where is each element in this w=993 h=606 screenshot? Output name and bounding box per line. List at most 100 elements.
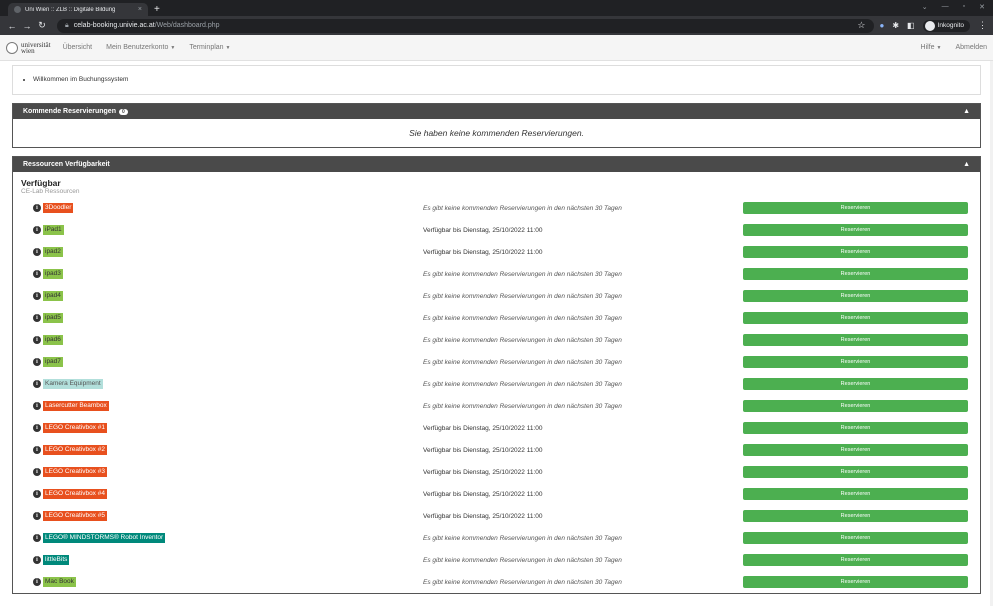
info-icon[interactable]: i	[33, 424, 41, 432]
resource-availability-title: Ressourcen Verfügbarkeit	[23, 161, 110, 168]
reserve-button[interactable]: Reservieren	[743, 268, 968, 280]
nav-terminplan[interactable]: Terminplan ▼	[189, 44, 230, 51]
reserve-button[interactable]: Reservieren	[743, 576, 968, 588]
chevron-down-icon[interactable]: ⌄	[922, 3, 928, 11]
resource-row: i 3Doodler Es gibt keine kommenden Reservi…	[21, 197, 972, 219]
info-icon[interactable]: i	[33, 336, 41, 344]
nav-uebersicht[interactable]: Übersicht	[63, 44, 93, 51]
reserve-button[interactable]: Reservieren	[743, 466, 968, 478]
resource-name[interactable]: LEGO Creativbox #3	[43, 467, 107, 477]
resource-name[interactable]: ipad7	[43, 357, 63, 367]
reserve-button[interactable]: Reservieren	[743, 488, 968, 500]
reserve-button[interactable]: Reservieren	[743, 312, 968, 324]
info-icon[interactable]: i	[33, 248, 41, 256]
resource-status: Verfügbar bis Dienstag, 25/10/2022 11:00	[423, 468, 543, 476]
reserve-button[interactable]: Reservieren	[743, 224, 968, 236]
info-icon[interactable]: i	[33, 270, 41, 278]
reserve-button[interactable]: Reservieren	[743, 356, 968, 368]
info-icon[interactable]: i	[33, 490, 41, 498]
reserve-button[interactable]: Reservieren	[743, 510, 968, 522]
resource-name[interactable]: LEGO Creativbox #4	[43, 489, 107, 499]
info-icon[interactable]: i	[33, 534, 41, 542]
reserve-button[interactable]: Reservieren	[743, 378, 968, 390]
info-icon[interactable]: i	[33, 402, 41, 410]
resource-availability-panel: Ressourcen Verfügbarkeit ▲ Verfügbar CE-…	[12, 156, 981, 594]
info-icon[interactable]: i	[33, 578, 41, 586]
resource-name[interactable]: Mac Book	[43, 577, 76, 587]
reserve-button[interactable]: Reservieren	[743, 532, 968, 544]
resource-row: i LEGO Creativbox #1 Verfügbar bis Diensta…	[21, 417, 972, 439]
resource-name[interactable]: LEGO Creativbox #5	[43, 511, 107, 521]
info-icon[interactable]: i	[33, 380, 41, 388]
url-path: /Web/dashboard.php	[154, 22, 220, 29]
collapse-chevron-icon[interactable]: ▲	[963, 161, 970, 168]
extension-icon[interactable]: ●	[880, 21, 885, 30]
nav-hilfe[interactable]: Hilfe ▼	[921, 44, 942, 51]
reserve-button[interactable]: Reservieren	[743, 202, 968, 214]
minimize-icon[interactable]: —	[942, 3, 949, 11]
info-icon[interactable]: i	[33, 292, 41, 300]
announcements-box: Willkommen im Buchungssystem	[12, 65, 981, 95]
incognito-label: Inkognito	[937, 22, 964, 29]
resource-name[interactable]: ipad4	[43, 291, 63, 301]
forward-icon[interactable]: →	[21, 21, 33, 31]
resource-status: Es gibt keine kommenden Reservierungen i…	[423, 578, 622, 586]
resource-name[interactable]: Kamera Equipment	[43, 379, 103, 389]
tab-close-icon[interactable]: ×	[138, 6, 142, 13]
resource-name[interactable]: littleBits	[43, 555, 70, 565]
favicon-icon	[14, 6, 21, 13]
menu-dots-icon[interactable]: ⋮	[978, 20, 987, 31]
sidepanel-icon[interactable]: ◧	[907, 21, 915, 30]
reserve-button[interactable]: Reservieren	[743, 444, 968, 456]
group-label: CE-Lab Ressourcen	[21, 188, 80, 195]
puzzle-icon[interactable]: ✱	[892, 21, 899, 30]
reserve-button[interactable]: Reservieren	[743, 334, 968, 346]
reserve-button[interactable]: Reservieren	[743, 290, 968, 302]
info-icon[interactable]: i	[33, 446, 41, 454]
info-icon[interactable]: i	[33, 512, 41, 520]
incognito-badge[interactable]: Inkognito	[922, 19, 970, 32]
resource-status: Es gibt keine kommenden Reservierungen i…	[423, 336, 622, 344]
browser-tab[interactable]: Uni Wien :: ZLB :: Digitale Bildung ×	[8, 3, 148, 16]
info-icon[interactable]: i	[33, 204, 41, 212]
university-logo[interactable]: universität wien	[6, 41, 51, 54]
resource-availability-header[interactable]: Ressourcen Verfügbarkeit ▲	[13, 157, 980, 172]
reserve-button[interactable]: Reservieren	[743, 246, 968, 258]
bookmark-star-icon[interactable]: ☆	[857, 20, 865, 31]
info-icon[interactable]: i	[33, 226, 41, 234]
info-icon[interactable]: i	[33, 556, 41, 564]
info-icon[interactable]: i	[33, 314, 41, 322]
window-controls: ⌄ — ▫ ✕	[922, 3, 985, 11]
resource-name[interactable]: LEGO Creativbox #1	[43, 423, 107, 433]
resource-name[interactable]: ipad3	[43, 269, 63, 279]
back-icon[interactable]: ←	[6, 21, 18, 31]
reserve-button[interactable]: Reservieren	[743, 400, 968, 412]
resource-name[interactable]: ipad2	[43, 247, 63, 257]
resource-name[interactable]: LEGO® MINDSTORMS® Robot Inventor	[43, 533, 166, 543]
resource-name[interactable]: ipad5	[43, 313, 63, 323]
address-bar[interactable]: 🔒︎ celab-booking.univie.ac.at /Web/dashb…	[57, 18, 874, 33]
resource-row: i Mac Book Es gibt keine kommenden Reservi…	[21, 571, 972, 593]
info-icon[interactable]: i	[33, 358, 41, 366]
nav-mein-benutzerkonto[interactable]: Mein Benutzerkonto ▼	[106, 44, 175, 51]
close-icon[interactable]: ✕	[979, 3, 985, 11]
resource-name[interactable]: ipad6	[43, 335, 63, 345]
info-icon[interactable]: i	[33, 468, 41, 476]
resource-name[interactable]: LEGO Creativbox #2	[43, 445, 107, 455]
upcoming-reservations-panel: Kommende Reservierungen 0 ▲ Sie haben ke…	[12, 103, 981, 148]
reserve-button[interactable]: Reservieren	[743, 422, 968, 434]
resource-name[interactable]: iPad1	[43, 225, 64, 235]
maximize-icon[interactable]: ▫	[963, 3, 965, 11]
resource-status: Es gibt keine kommenden Reservierungen i…	[423, 534, 622, 542]
welcome-message: Willkommen im Buchungssystem	[33, 76, 970, 83]
reload-icon[interactable]: ↻	[36, 20, 48, 31]
nav-abmelden[interactable]: Abmelden	[955, 44, 987, 51]
lock-icon[interactable]: 🔒︎	[65, 22, 69, 30]
reserve-button[interactable]: Reservieren	[743, 554, 968, 566]
upcoming-reservations-header[interactable]: Kommende Reservierungen 0 ▲	[13, 104, 980, 119]
resource-name[interactable]: Lasercutter Beambox	[43, 401, 109, 411]
new-tab-button[interactable]: +	[154, 3, 160, 16]
collapse-chevron-icon[interactable]: ▲	[963, 108, 970, 115]
resource-name[interactable]: 3Doodler	[43, 203, 74, 213]
resource-row: i LEGO Creativbox #3 Verfügbar bis Diensta…	[21, 461, 972, 483]
